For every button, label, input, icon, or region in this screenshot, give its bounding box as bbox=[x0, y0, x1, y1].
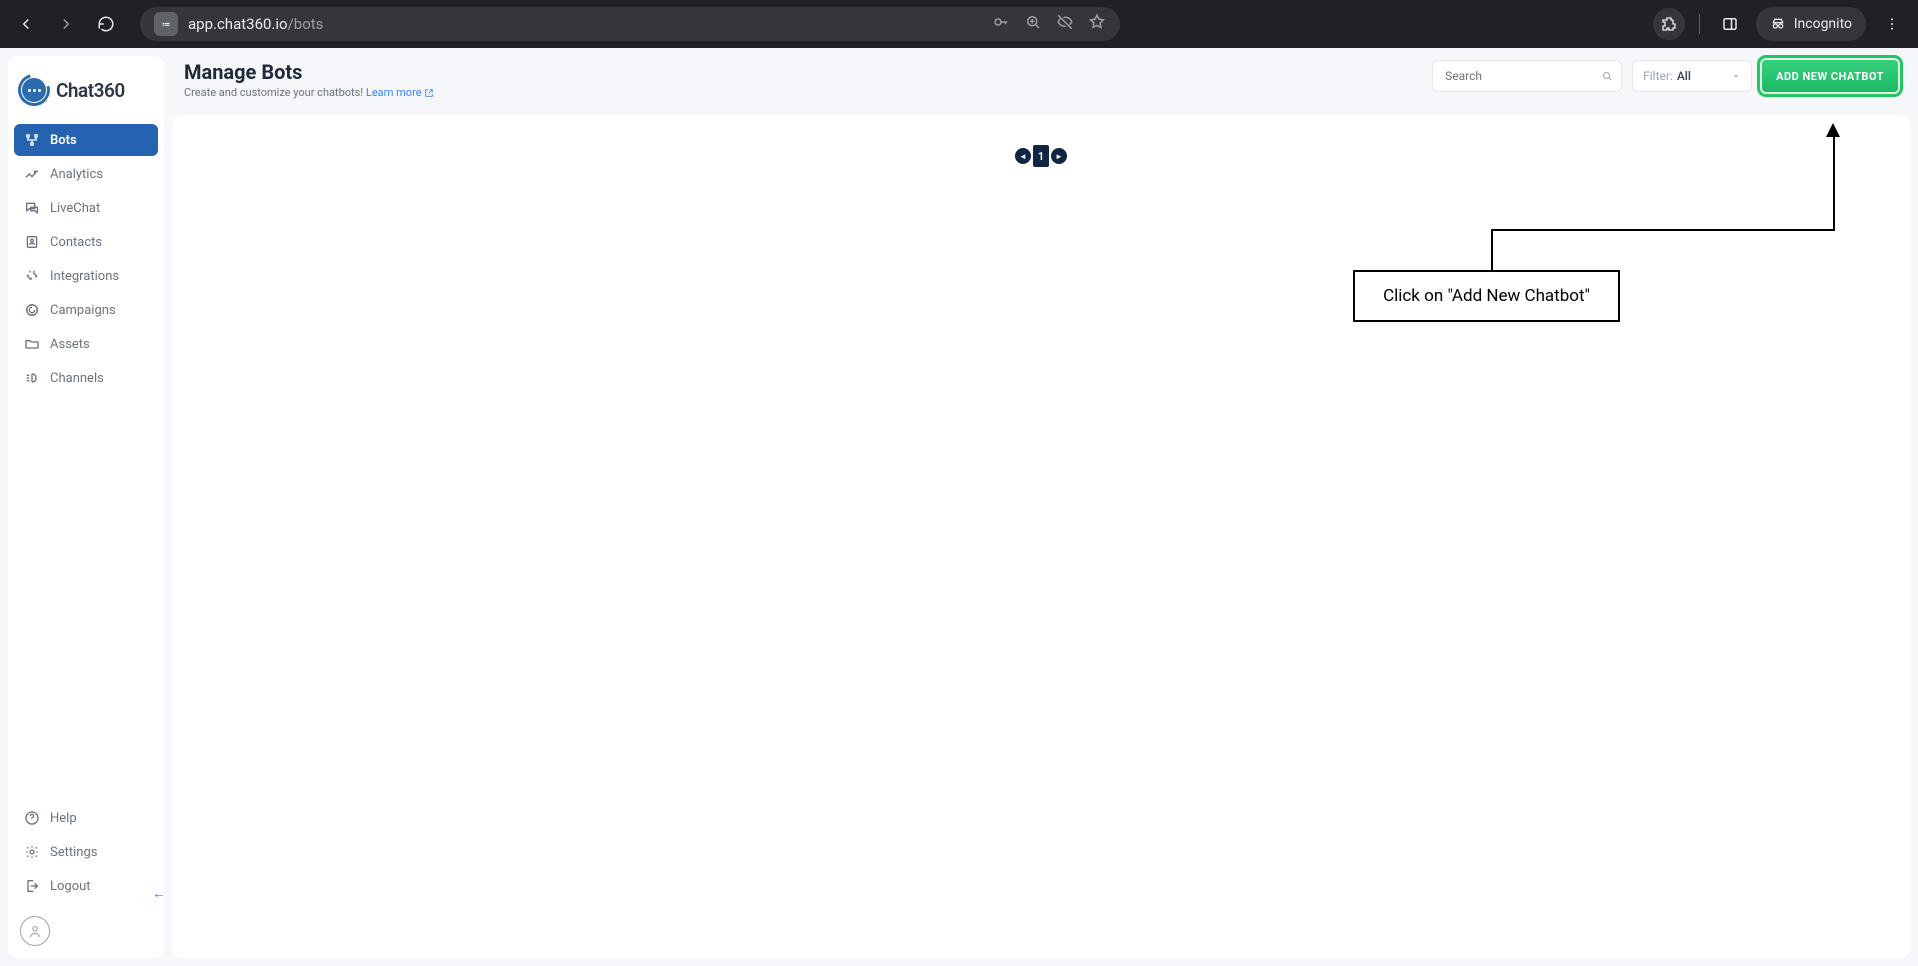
sidebar-item-assets[interactable]: Assets bbox=[14, 328, 158, 360]
search-input[interactable] bbox=[1445, 69, 1601, 83]
page-title: Manage Bots bbox=[184, 60, 434, 84]
search-input-wrapper bbox=[1432, 60, 1622, 92]
content-area: ◄ 1 ► Click on "Add New Chatbot" bbox=[172, 115, 1910, 958]
filter-dropdown[interactable]: Filter: All bbox=[1632, 60, 1752, 92]
site-info-icon[interactable] bbox=[154, 12, 178, 36]
sidebar-item-campaigns[interactable]: Campaigns bbox=[14, 294, 158, 326]
sidebar-item-logout[interactable]: Logout bbox=[14, 870, 158, 902]
filter-value: All bbox=[1677, 69, 1691, 83]
sidebar-item-label: Assets bbox=[50, 337, 90, 352]
prev-page-button[interactable]: ◄ bbox=[1015, 148, 1031, 164]
logo-icon bbox=[18, 74, 50, 106]
sidebar-item-label: Help bbox=[50, 811, 77, 826]
sidebar-item-help[interactable]: Help bbox=[14, 802, 158, 834]
sidebar-item-label: Channels bbox=[50, 371, 104, 386]
sidebar-item-label: Contacts bbox=[50, 235, 102, 250]
logo-text: Chat360 bbox=[56, 79, 125, 102]
sidebar-item-livechat[interactable]: LiveChat bbox=[14, 192, 158, 224]
sidebar-item-channels[interactable]: Channels bbox=[14, 362, 158, 394]
logo[interactable]: Chat360 bbox=[14, 68, 158, 124]
annotation-arrowhead bbox=[1826, 123, 1840, 137]
sidebar: Chat360 Bots Analytics LiveChat Contacts… bbox=[8, 56, 164, 958]
eye-off-icon[interactable] bbox=[1056, 13, 1074, 35]
url-text: app.chat360.io/bots bbox=[188, 15, 323, 33]
user-avatar[interactable] bbox=[20, 916, 50, 946]
forward-button[interactable] bbox=[50, 8, 82, 40]
incognito-badge[interactable]: Incognito bbox=[1756, 7, 1866, 41]
next-page-button[interactable]: ► bbox=[1051, 148, 1067, 164]
filter-label: Filter: bbox=[1643, 69, 1673, 83]
pagination: ◄ 1 ► bbox=[202, 145, 1880, 167]
zoom-icon[interactable] bbox=[1024, 13, 1042, 35]
annotation-callout: Click on "Add New Chatbot" bbox=[1353, 270, 1620, 322]
add-new-chatbot-button[interactable]: ADD NEW CHATBOT bbox=[1762, 60, 1898, 92]
chevron-down-icon bbox=[1731, 71, 1741, 81]
sidebar-item-label: LiveChat bbox=[50, 201, 100, 216]
panel-icon[interactable] bbox=[1714, 8, 1746, 40]
search-icon bbox=[1601, 68, 1613, 84]
star-icon[interactable] bbox=[1088, 13, 1106, 35]
page-number[interactable]: 1 bbox=[1033, 145, 1049, 167]
sidebar-item-label: Campaigns bbox=[50, 303, 116, 318]
sidebar-item-contacts[interactable]: Contacts bbox=[14, 226, 158, 258]
reload-button[interactable] bbox=[90, 8, 122, 40]
collapse-sidebar-icon[interactable]: ← bbox=[152, 885, 166, 902]
extensions-icon[interactable] bbox=[1653, 8, 1685, 40]
sidebar-item-label: Bots bbox=[50, 133, 77, 148]
page-subtitle: Create and customize your chatbots! Lear… bbox=[184, 86, 434, 99]
incognito-label: Incognito bbox=[1794, 16, 1852, 32]
page-header: Manage Bots Create and customize your ch… bbox=[172, 56, 1910, 107]
sidebar-item-integrations[interactable]: Integrations bbox=[14, 260, 158, 292]
sidebar-item-label: Integrations bbox=[50, 269, 119, 284]
sidebar-item-label: Settings bbox=[50, 845, 97, 860]
sidebar-item-label: Analytics bbox=[50, 167, 103, 182]
sidebar-item-label: Logout bbox=[50, 879, 91, 894]
browser-toolbar: app.chat360.io/bots Incognito bbox=[0, 0, 1918, 48]
sidebar-item-analytics[interactable]: Analytics bbox=[14, 158, 158, 190]
back-button[interactable] bbox=[10, 8, 42, 40]
sidebar-item-settings[interactable]: Settings bbox=[14, 836, 158, 868]
learn-more-link[interactable]: Learn more bbox=[366, 86, 434, 99]
browser-menu-icon[interactable] bbox=[1876, 8, 1908, 40]
password-icon[interactable] bbox=[992, 13, 1010, 35]
sidebar-item-bots[interactable]: Bots bbox=[14, 124, 158, 156]
address-bar[interactable]: app.chat360.io/bots bbox=[140, 7, 1120, 41]
